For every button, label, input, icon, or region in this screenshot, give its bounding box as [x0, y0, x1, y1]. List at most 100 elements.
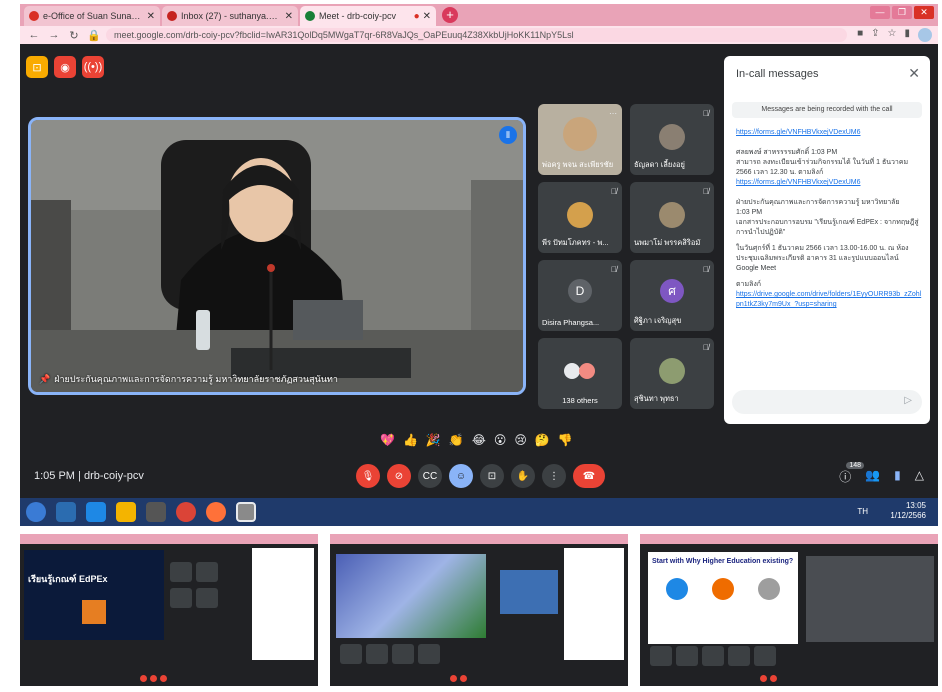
leave-call-button[interactable]: ☎ [573, 464, 605, 488]
reload-icon[interactable]: ↻ [66, 29, 82, 42]
avatar [659, 123, 685, 150]
clock-time: 13:05 [905, 501, 926, 510]
window-controls: — ❐ ✕ [870, 6, 934, 19]
chat-link[interactable]: https://drive.google.com/drive/folders/1… [736, 290, 922, 310]
more-options-button[interactable]: ⋮ [542, 464, 566, 488]
reaction-laugh-icon[interactable]: 😂 [472, 433, 486, 447]
pin-icon[interactable]: 📌 [39, 374, 50, 385]
close-icon[interactable]: ✕ [147, 11, 155, 22]
info-icon[interactable]: ⓘ [839, 468, 851, 485]
thumb-tile [676, 646, 698, 666]
forward-icon[interactable]: → [46, 29, 62, 41]
reaction-surprised-icon[interactable]: 😮 [494, 433, 507, 447]
chat-messages: https://forms.gle/VNFHBVkxejVDexUM6 ศลยพ… [736, 128, 922, 320]
reaction-clap-icon[interactable]: 👏 [449, 433, 464, 447]
chat-input[interactable]: ▷ [732, 390, 922, 414]
captions-indicator-icon[interactable]: ⊡ [26, 56, 48, 78]
mic-off-icon: 🎙̸ [703, 265, 709, 274]
mic-toggle-button[interactable]: 🎙 [356, 464, 380, 488]
maximize-button[interactable]: ❐ [892, 6, 912, 19]
send-icon[interactable]: ▷ [904, 395, 912, 406]
window-close-button[interactable]: ✕ [914, 6, 934, 19]
reaction-thumbs-down-icon[interactable]: 👎 [558, 433, 573, 447]
raise-hand-button[interactable]: ✋ [511, 464, 535, 488]
chrome-icon[interactable] [176, 502, 196, 522]
participant-video [563, 116, 597, 151]
participant-tile[interactable]: ⋯ พ่อครู พจน สะเพียรชัย [538, 104, 622, 175]
star-icon[interactable]: ☆ [888, 28, 897, 42]
browser-tab-inbox[interactable]: Inbox (27) - suthanya.pu@ssru.a ✕ [162, 6, 298, 26]
thumbnail-3: Start with Why Higher Education existing… [640, 534, 938, 686]
firefox-icon[interactable] [206, 502, 226, 522]
camera-icon[interactable]: ■ [857, 28, 863, 42]
clock-date: 1/12/2566 [890, 511, 926, 520]
participant-tile[interactable]: 🎙̸ ธัญลดา เลี้ยงอยู่ [630, 104, 714, 175]
more-icon[interactable]: ⋯ [609, 109, 617, 118]
close-icon[interactable]: ✕ [285, 11, 293, 22]
lock-icon: 🔒 [87, 29, 101, 42]
participant-tile[interactable]: ศ 🎙̸ ศิฐิภา เจริญสุข [630, 260, 714, 331]
live-indicator-icon[interactable]: ((•)) [82, 56, 104, 78]
participant-tile[interactable]: 🎙̸ นพมาโม่ พรรคสิริอมั [630, 182, 714, 253]
new-tab-button[interactable]: + [442, 7, 458, 23]
url-field[interactable]: meet.google.com/drb-coiy-pcv?fbclid=IwAR… [106, 28, 848, 42]
mic-off-icon: 🎙̸ [611, 187, 617, 196]
reaction-heart-icon[interactable]: 💖 [380, 433, 395, 447]
participant-tile[interactable]: D 🎙̸ Disira Phangsa... [538, 260, 622, 331]
share-icon[interactable]: ⇪ [871, 28, 879, 42]
ie-icon[interactable] [86, 502, 106, 522]
main-speaker-tile[interactable]: ⦀ 📌 ฝ่ายประกันคุณภาพและการจัดการความรู้ … [28, 117, 526, 395]
profile-avatar[interactable] [918, 28, 932, 42]
main-speaker-name: 📌 ฝ่ายประกันคุณภาพและการจัดการความรู้ มห… [39, 372, 338, 386]
folder-icon[interactable] [116, 502, 136, 522]
minimize-button[interactable]: — [870, 6, 890, 19]
activities-icon[interactable]: △ [915, 468, 924, 485]
participant-count-badge: 148 [846, 462, 864, 469]
thumb-tile [728, 646, 750, 666]
others-tile[interactable]: 138 others [538, 338, 622, 409]
participant-tile[interactable]: 🎙̸ สุชินทา พุทธา [630, 338, 714, 409]
thumb-tile [196, 588, 218, 608]
chat-link[interactable]: https://forms.gle/VNFHBVkxejVDexUM6 [736, 178, 922, 188]
present-button[interactable]: ⊡ [480, 464, 504, 488]
thumb-dot [460, 675, 467, 682]
chat-icon[interactable]: ▮ [894, 468, 901, 485]
language-indicator[interactable]: TH [857, 507, 868, 516]
sidepanel-icon[interactable]: ▮ [904, 28, 910, 42]
start-icon[interactable] [26, 502, 46, 522]
media-icon[interactable] [146, 502, 166, 522]
participant-name: พีร ปัทมโภคทร - พ... [542, 238, 609, 247]
thumb-tile [170, 588, 192, 608]
camera-toggle-button[interactable]: ⊘ [387, 464, 411, 488]
browser-tab-meet[interactable]: Meet - drb-coiy-pcv ● ✕ [300, 6, 436, 26]
recording-indicator-icon[interactable]: ◉ [54, 56, 76, 78]
back-icon[interactable]: ← [26, 29, 42, 41]
chat-link[interactable]: https://forms.gle/VNFHBVkxejVDexUM6 [736, 128, 922, 138]
participant-name: ธัญลดา เลี้ยงอยู่ [634, 160, 685, 169]
thumbnail-strip: เรียนรู้เกณฑ์ EdPEx Start with Why Highe… [20, 526, 938, 688]
system-clock[interactable]: 13:05 1/12/2566 [890, 501, 926, 521]
address-bar: ← → ↻ 🔒 meet.google.com/drb-coiy-pcv?fbc… [20, 26, 938, 44]
people-icon[interactable]: 👥 [865, 468, 880, 485]
reaction-party-icon[interactable]: 🎉 [426, 433, 441, 447]
reaction-thinking-icon[interactable]: 🤔 [535, 433, 550, 447]
participant-name: Disira Phangsa... [542, 318, 600, 327]
meet-window: ⊡ ◉ ((•)) ⦀ 📌 ฝ่ายประกันคุณภาพและการจัดก… [20, 44, 938, 498]
thumb-tile [170, 562, 192, 582]
mic-off-icon: 🎙̸ [703, 109, 709, 118]
close-icon[interactable]: ✕ [423, 11, 431, 22]
thumb-tile [754, 646, 776, 666]
reactions-button[interactable]: ☺ [449, 464, 473, 488]
browser-tab-eoffice[interactable]: e-Office of Suan Sunandha Rajab ✕ [24, 6, 160, 26]
chat-time: 1:03 PM [811, 149, 838, 156]
reaction-thumbs-up-icon[interactable]: 👍 [403, 433, 418, 447]
close-icon[interactable]: ✕ [908, 65, 920, 82]
chat-text: เอกสารประกอบการอบรม "เรียนรู้เกณฑ์ EdPEx… [736, 219, 919, 236]
thumb-dot [450, 675, 457, 682]
chrome-active-icon[interactable] [236, 502, 256, 522]
reaction-sad-icon[interactable]: 😢 [514, 433, 527, 447]
participant-tile[interactable]: 🎙̸ พีร ปัทมโภคทร - พ... [538, 182, 622, 253]
side-controls: 148 ⓘ 👥 ▮ △ [839, 462, 924, 485]
app-icon[interactable] [56, 502, 76, 522]
captions-button[interactable]: CC [418, 464, 442, 488]
